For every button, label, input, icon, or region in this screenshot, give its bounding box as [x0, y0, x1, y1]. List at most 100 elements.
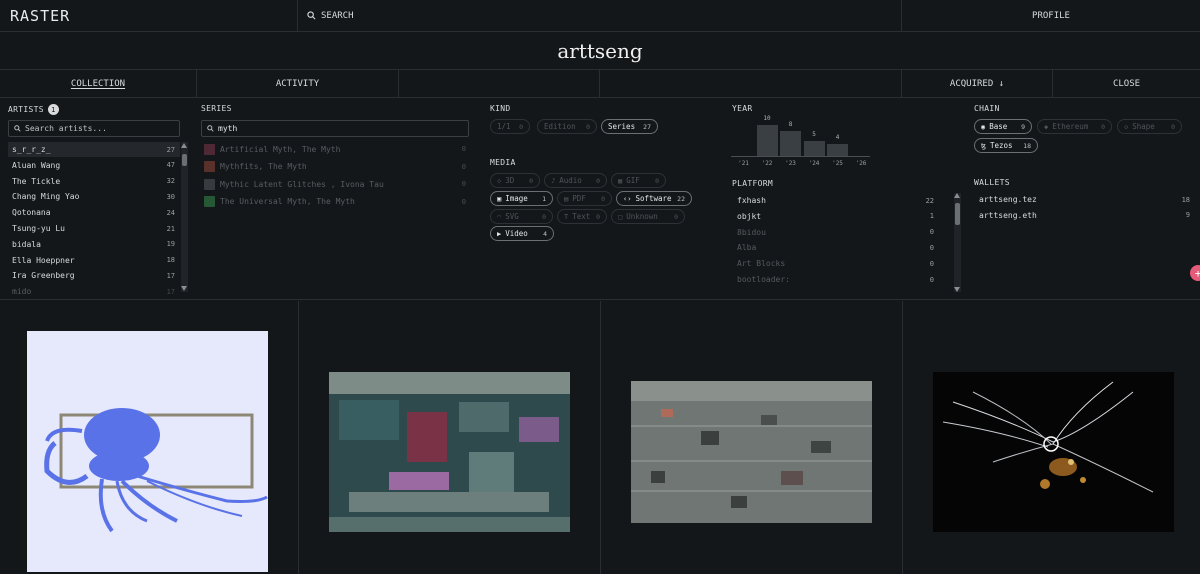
tab-collection-label: COLLECTION [70, 78, 126, 89]
artwork-card[interactable] [299, 301, 601, 574]
artist-name: s_r_r_z_ [12, 145, 51, 154]
scroll-down-icon[interactable] [181, 286, 187, 291]
platform-scrollbar[interactable] [954, 193, 961, 292]
chain-filter-pill[interactable]: ◇ Shape 0 [1117, 119, 1182, 134]
gif-icon: ▦ [618, 176, 623, 185]
media-filter-pill[interactable]: ◇ 3D 0 [490, 173, 540, 188]
artist-list-item[interactable]: Ella Hoeppner 18 [8, 253, 180, 268]
media-filter-pill[interactable]: T Text 0 [557, 209, 607, 224]
artist-name: Ira Greenberg [12, 271, 75, 281]
year-bar[interactable]: 8 [780, 121, 801, 156]
series-list-item[interactable]: Mythfits, The Myth 0 [204, 160, 466, 174]
unknown-icon: □ [618, 212, 623, 221]
media-filter-pill[interactable]: ▶ Video 4 [490, 226, 554, 241]
kind-label: 1/1 [497, 122, 511, 131]
media-filter-pill[interactable]: ◠ SVG 0 [490, 209, 553, 224]
year-tick-label: '24 [808, 160, 820, 167]
artist-list-item[interactable]: s_r_r_z_ 27 [8, 142, 180, 157]
media-filter-pill[interactable]: □ Unknown 0 [611, 209, 685, 224]
artist-list-item[interactable]: The Tickle 32 [8, 174, 180, 189]
artwork-card[interactable] [0, 301, 299, 574]
chain-count: 9 [1021, 122, 1025, 131]
artwork-image[interactable] [329, 372, 570, 532]
wallet-list-item[interactable]: arttseng.tez 18 [975, 192, 1195, 207]
platform-count: 22 [925, 196, 934, 205]
series-search-value: myth [218, 124, 238, 133]
platform-header: PLATFORM [732, 179, 773, 188]
series-name: Mythic Latent Glitches , Ivona Tau [220, 179, 384, 189]
artwork-image[interactable] [933, 372, 1174, 532]
artist-list-item[interactable]: Ira Greenberg 17 [8, 268, 180, 283]
platform-count: 0 [929, 259, 934, 268]
platform-list-item[interactable]: bootloader: 0 [733, 272, 939, 287]
profile-button[interactable]: PROFILE [902, 0, 1200, 31]
artist-list-item[interactable]: Tsung-yu Lu 21 [8, 221, 180, 236]
artist-name: Ella Hoeppner [12, 255, 75, 265]
year-bar-value: 10 [763, 115, 771, 122]
search-icon [207, 125, 214, 132]
artist-scroll-thumb[interactable] [182, 154, 187, 166]
series-search-input[interactable]: myth [201, 120, 469, 137]
artist-list-item[interactable]: Aluan Wang 47 [8, 158, 180, 173]
platform-list-item[interactable]: Art Blocks 0 [733, 256, 939, 271]
artist-name: mido [12, 287, 32, 297]
tab-activity[interactable]: ACTIVITY [197, 70, 399, 97]
series-list-item[interactable]: Mythic Latent Glitches , Ivona Tau 0 [204, 177, 466, 191]
scroll-down-icon[interactable] [954, 287, 960, 292]
raster-logo[interactable]: RASTER [0, 0, 298, 31]
media-label: Text [572, 212, 591, 221]
year-bar[interactable]: 4 [827, 134, 848, 156]
close-button[interactable]: CLOSE [1053, 70, 1200, 97]
artist-list-item[interactable]: bidala 19 [8, 237, 180, 252]
platform-list-item[interactable]: Alba 0 [733, 240, 939, 255]
wallets-header: WALLETS [974, 178, 1010, 187]
wallet-list-item[interactable]: arttseng.eth 9 [975, 208, 1195, 223]
media-filter-pill[interactable]: ‹› Software 22 [616, 191, 692, 206]
artist-name: bidala [12, 239, 41, 249]
series-list-item[interactable]: The Universal Myth, The Myth 0 [204, 195, 466, 209]
platform-list-item[interactable]: 8bidou 0 [733, 225, 939, 240]
media-filter-pill[interactable]: ▣ Image 1 [490, 191, 553, 206]
platform-scroll-thumb[interactable] [955, 203, 960, 225]
artwork-image[interactable] [631, 381, 872, 523]
artists-selected-badge: 1 [47, 104, 59, 115]
scroll-up-icon[interactable] [181, 143, 187, 148]
platform-name: objkt [737, 211, 762, 221]
year-bar[interactable]: 10 [756, 115, 778, 156]
media-filter-pill[interactable]: ▤ PDF 0 [557, 191, 612, 206]
artist-list-item[interactable]: Qotonana 24 [8, 205, 180, 220]
kind-filter-pill[interactable]: Edition 0 [537, 119, 597, 134]
chain-filter-pill[interactable]: ꜩ Tezos 18 [974, 138, 1038, 153]
artist-list-item[interactable]: Chang Ming Yao 30 [8, 189, 180, 204]
platform-list-item[interactable]: fxhash 22 [733, 193, 939, 208]
search-button[interactable]: SEARCH [298, 0, 902, 31]
series-thumbnail [204, 196, 215, 207]
artist-count: 47 [166, 161, 175, 170]
series-list-item[interactable]: Artificial Myth, The Myth 0 [204, 142, 466, 156]
add-button[interactable]: + [1190, 265, 1200, 281]
artist-list-item[interactable]: mido 17 [8, 284, 180, 299]
tab-empty-1 [399, 70, 600, 97]
media-filter-pill[interactable]: ▦ GIF 0 [611, 173, 666, 188]
media-label: GIF [626, 176, 640, 185]
kind-count: 0 [586, 122, 590, 131]
media-label: Software [635, 194, 672, 203]
media-filter-pill[interactable]: ♪ Audio 0 [544, 173, 607, 188]
artwork-image[interactable] [27, 331, 268, 572]
platform-list-item[interactable]: objkt 1 [733, 209, 939, 224]
chain-filter-pill[interactable]: ◆ Ethereum 0 [1037, 119, 1112, 134]
year-bar[interactable]: 5 [803, 131, 825, 156]
scroll-up-icon[interactable] [954, 193, 960, 198]
artwork-card[interactable] [601, 301, 903, 574]
sort-dropdown[interactable]: ACQUIRED ↓ [902, 70, 1053, 97]
tab-collection[interactable]: COLLECTION [0, 70, 197, 97]
search-label: SEARCH [321, 10, 354, 21]
series-thumbnail [204, 143, 215, 155]
kind-filter-pill[interactable]: 1/1 0 [490, 119, 530, 134]
artwork-card[interactable] [903, 301, 1200, 574]
image-icon: ▣ [497, 194, 502, 203]
kind-filter-pill[interactable]: Series 27 [601, 119, 658, 134]
artist-search-input[interactable]: Search artists... [8, 120, 180, 137]
artist-scrollbar[interactable] [181, 142, 188, 292]
chain-filter-pill[interactable]: ◉ Base 9 [974, 119, 1032, 134]
